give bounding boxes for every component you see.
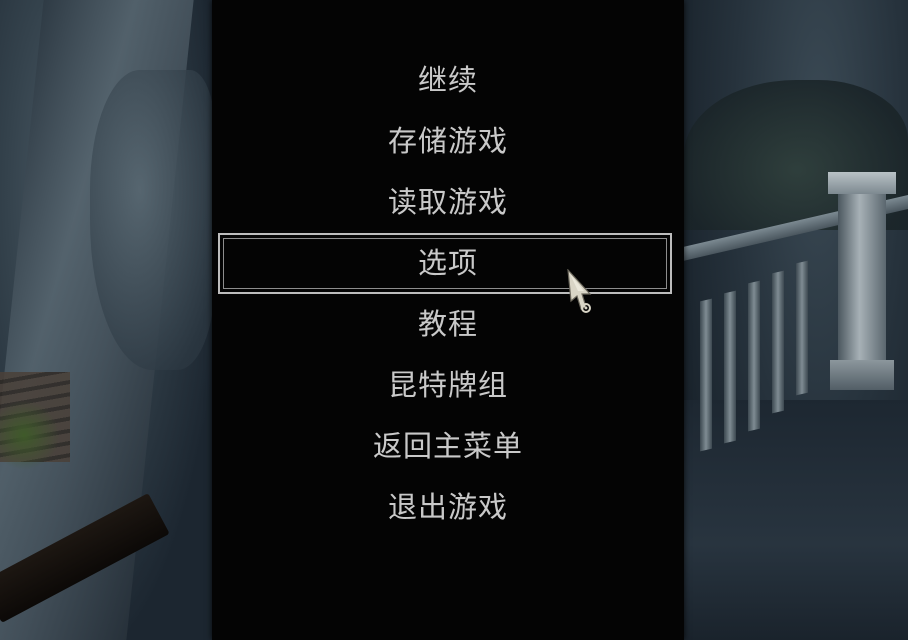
- background-baluster: [772, 270, 784, 414]
- menu-item-tutorial[interactable]: 教程: [212, 294, 684, 355]
- menu-item-label: 昆特牌组: [387, 368, 508, 402]
- menu-item-load-game[interactable]: 读取游戏: [212, 172, 684, 233]
- background-bridge-post-base: [830, 360, 894, 390]
- background-rock: [90, 70, 215, 370]
- mouse-pointer-icon: [567, 269, 592, 313]
- menu-item-main-menu[interactable]: 返回主菜单: [212, 416, 684, 477]
- menu-item-label: 退出游戏: [387, 490, 508, 524]
- background-baluster: [796, 260, 808, 396]
- menu-item-label: 教程: [417, 307, 478, 341]
- background-bridge-post: [838, 185, 886, 385]
- background-bridge-post-cap: [828, 172, 896, 194]
- background-baluster: [748, 280, 760, 432]
- menu-item-save-game[interactable]: 存储游戏: [212, 111, 684, 172]
- menu-item-continue[interactable]: 继续: [212, 50, 684, 111]
- menu-item-label: 继续: [417, 63, 478, 97]
- pause-menu-panel: 继续 存储游戏 读取游戏 选项 教程 昆特牌组 返回主菜单 退出游戏: [212, 0, 684, 640]
- menu-item-label: 选项: [417, 246, 478, 280]
- background-moss: [0, 400, 60, 470]
- menu-item-label: 存储游戏: [387, 124, 508, 158]
- background-baluster: [724, 290, 736, 444]
- menu-item-label: 返回主菜单: [372, 429, 523, 463]
- menu-item-quit-game[interactable]: 退出游戏: [212, 477, 684, 538]
- pause-menu-list: 继续 存储游戏 读取游戏 选项 教程 昆特牌组 返回主菜单 退出游戏: [212, 50, 684, 538]
- menu-item-options[interactable]: 选项: [212, 233, 684, 294]
- menu-item-gwent-decks[interactable]: 昆特牌组: [212, 355, 684, 416]
- background-baluster: [700, 298, 712, 452]
- menu-item-label: 读取游戏: [387, 185, 508, 219]
- background-bridge-floor: [684, 400, 908, 640]
- game-pause-screen: 继续 存储游戏 读取游戏 选项 教程 昆特牌组 返回主菜单 退出游戏: [0, 0, 908, 640]
